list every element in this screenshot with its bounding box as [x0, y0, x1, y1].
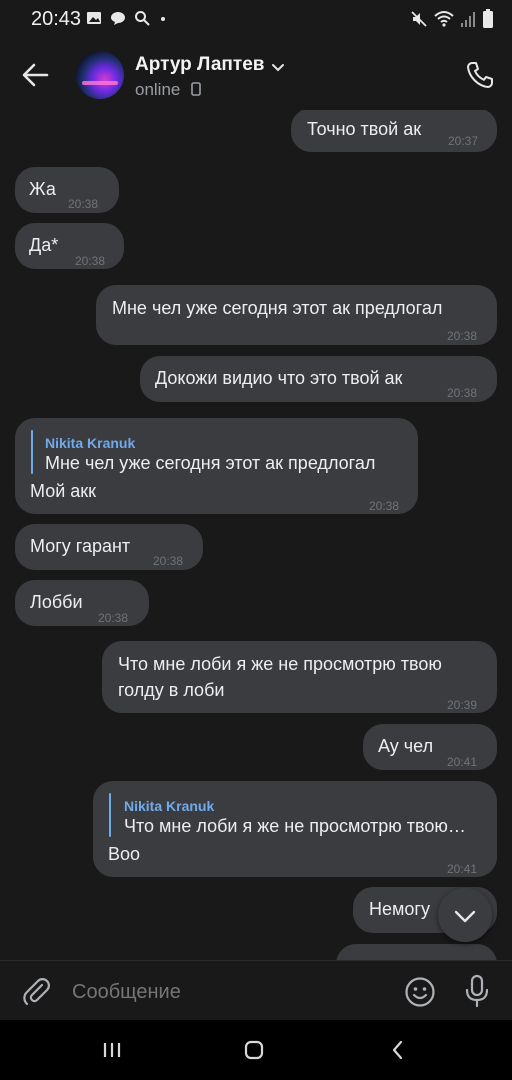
message-text: Немогу [369, 899, 430, 919]
mute-icon [411, 11, 427, 27]
reply-quote-bar [31, 430, 33, 474]
message-incoming-reply[interactable]: Nikita Kranuk Мне чел уже сегодня этот а… [15, 418, 418, 514]
chat-notification-icon [111, 12, 125, 25]
mobile-device-icon [191, 82, 201, 96]
signal-icon [461, 12, 475, 27]
message-composer [0, 960, 512, 1020]
status-time: 20:43 [31, 8, 82, 30]
message-incoming[interactable]: Могу гарант 20:38 [15, 524, 203, 570]
wifi-icon [434, 11, 454, 27]
message-text: Могу гарант [30, 536, 131, 556]
chevron-down-icon [454, 910, 476, 923]
smile-icon[interactable] [403, 975, 437, 1009]
message-incoming[interactable]: Жа 20:38 [15, 167, 119, 213]
message-incoming[interactable]: Да* 20:38 [15, 223, 124, 269]
message-list[interactable]: Точно твой ак 20:37 Жа 20:38 Да* 20:38 М… [0, 110, 512, 960]
message-outgoing[interactable]: Ау чел 20:41 [363, 724, 497, 770]
status-bar: 20:43 [0, 0, 512, 40]
message-outgoing[interactable]: Точно твой ак 20:37 [291, 110, 497, 152]
recent-apps-icon[interactable] [100, 1038, 124, 1062]
message-input[interactable] [72, 979, 372, 1005]
scroll-down-button[interactable] [438, 888, 492, 942]
message-text: Мой акк [30, 481, 97, 501]
avatar[interactable] [76, 51, 124, 99]
contact-status: online [135, 80, 201, 100]
reply-text: Что мне лоби я же не просмотрю твою… [124, 816, 466, 836]
paperclip-icon[interactable] [20, 975, 52, 1007]
gallery-notification-icon [87, 12, 101, 24]
message-text: Докожи видио что это твой ак [155, 368, 403, 388]
message-time: 20:38 [68, 197, 99, 211]
notification-icons [86, 10, 168, 26]
system-nav-bar [0, 1020, 512, 1080]
contact-name[interactable]: Артур Лаптев [135, 54, 264, 76]
message-time: 20:41 [447, 755, 478, 769]
battery-icon [483, 9, 493, 28]
back-arrow-icon[interactable] [18, 58, 52, 92]
message-time: 20:38 [75, 254, 106, 268]
phone-icon[interactable] [465, 60, 495, 90]
online-status-text: online [135, 80, 181, 99]
message-text: Лобби [30, 592, 83, 612]
message-text: Да* [29, 235, 59, 255]
message-text: Точно твой ак [307, 119, 422, 139]
chat-header: Артур Лаптев online [0, 40, 512, 110]
message-text-line-1: Что мне лоби я же не просмотрю твою [118, 654, 442, 674]
microphone-icon[interactable] [462, 974, 492, 1008]
message-outgoing[interactable]: Что мне лоби я же не просмотрю твою голд… [102, 641, 497, 713]
message-time: 20:39 [447, 698, 478, 712]
message-text: Жа [29, 179, 56, 199]
message-time: 20:41 [447, 862, 478, 876]
back-chevron-icon[interactable] [386, 1038, 410, 1062]
reply-quote-bar [109, 793, 111, 837]
message-outgoing[interactable]: Мне чел уже сегодня этот ак предлогал 20… [96, 285, 497, 345]
reply-text: Мне чел уже сегодня этот ак предлогал [45, 453, 376, 473]
chevron-down-icon[interactable] [270, 60, 286, 76]
message-time: 20:38 [98, 611, 129, 625]
message-outgoing[interactable]: Докожи видио что это твой ак 20:38 [140, 356, 497, 402]
message-incoming[interactable]: Лобби 20:38 [15, 580, 149, 626]
message-time: 20:38 [153, 554, 184, 568]
message-text-line-2: голду в лоби [118, 680, 225, 700]
message-time: 20:37 [448, 134, 479, 148]
search-notification-icon [135, 11, 150, 26]
home-icon[interactable] [242, 1038, 266, 1062]
message-outgoing-reply[interactable]: Nikita Kranuk Что мне лоби я же не просм… [93, 781, 497, 877]
message-time: 20:38 [369, 499, 400, 513]
message-time: 20:38 [447, 329, 478, 343]
message-time: 20:38 [447, 386, 478, 400]
message-outgoing-partial[interactable] [336, 944, 497, 960]
dot-icon [161, 17, 165, 21]
message-text: Ау чел [378, 736, 434, 756]
system-icons [410, 9, 494, 29]
message-text: Мне чел уже сегодня этот ак предлогал [112, 298, 443, 318]
message-text: Воо [108, 844, 141, 864]
